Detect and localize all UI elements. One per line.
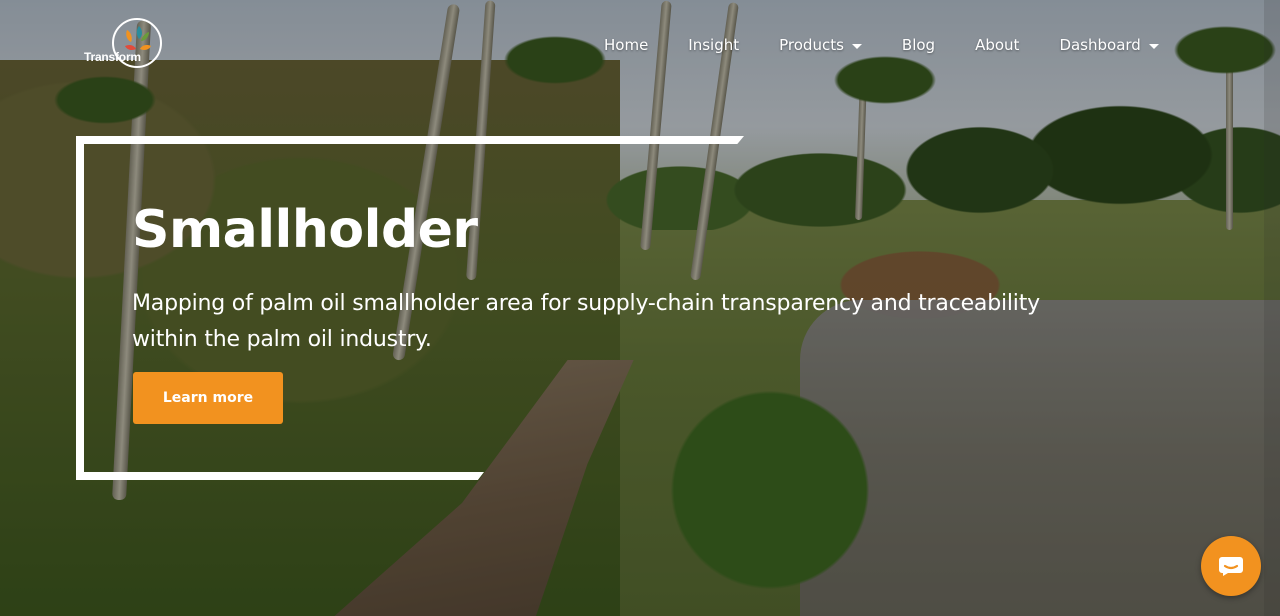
hero-subtitle: Mapping of palm oil smallholder area for… (132, 291, 1040, 352)
nav-item-label: Insight (688, 36, 740, 54)
transform-logo[interactable]: Transform (84, 18, 166, 74)
nav-item-insight[interactable]: Insight (688, 33, 739, 57)
chevron-down-icon (1148, 43, 1159, 49)
hero-title: Smallholder (132, 200, 478, 260)
nav-item-label: Blog (901, 36, 936, 54)
nav-item-products[interactable]: Products (779, 33, 862, 57)
chat-bubble-icon (1219, 557, 1243, 576)
nav-item-blog[interactable]: Blog (902, 33, 935, 57)
nav-item-label: About (975, 36, 1020, 54)
hero-frame-bottom (76, 472, 484, 480)
page-scrollbar[interactable] (1264, 0, 1280, 616)
nav-item-label: Dashboard (1059, 36, 1141, 54)
nav-item-about[interactable]: About (975, 33, 1019, 57)
hero-frame-left (76, 136, 84, 480)
learn-more-button[interactable]: Learn more (133, 372, 283, 424)
hero-frame-top (76, 136, 744, 144)
chevron-down-icon (851, 43, 862, 49)
chat-widget-button[interactable] (1201, 536, 1261, 596)
brand-name: Transform (84, 50, 141, 64)
nav-item-home[interactable]: Home (604, 33, 648, 57)
nav-item-label: Home (604, 36, 649, 54)
nav-item-dashboard[interactable]: Dashboard (1059, 33, 1159, 57)
nav-item-label: Products (779, 36, 844, 54)
main-nav: Home Insight Products Blog About Dashboa… (604, 33, 1159, 57)
